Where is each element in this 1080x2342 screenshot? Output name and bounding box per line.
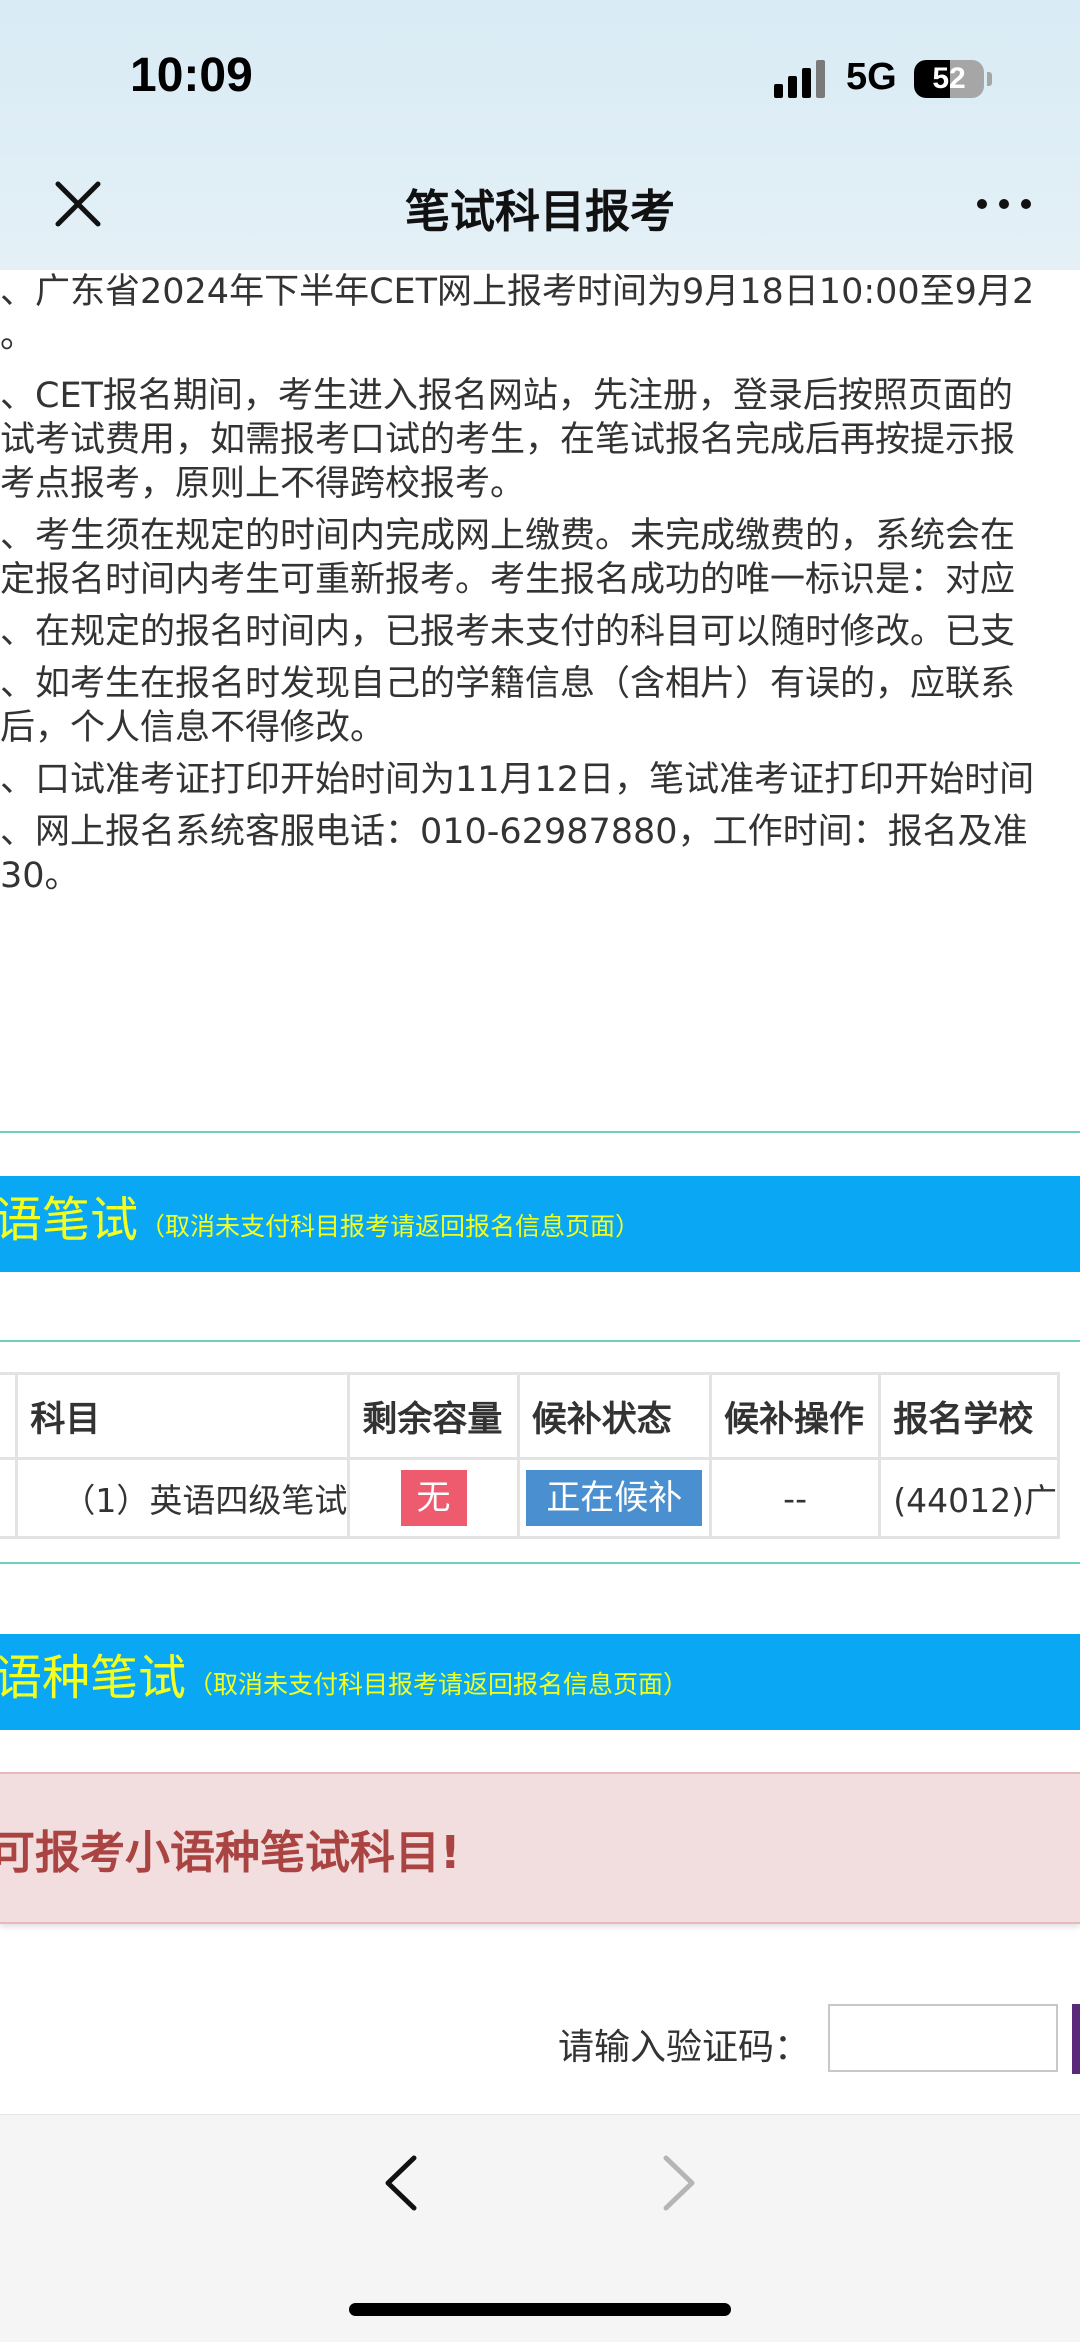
subject-cell: （1）英语四级笔试: [15, 1457, 351, 1539]
network-label: 5G: [846, 56, 897, 98]
more-button[interactable]: [975, 188, 1035, 218]
table-row: （1）英语四级笔试 无 正在候补 -- (44012)广: [0, 1457, 1060, 1539]
school-cell: (44012)广: [878, 1457, 1060, 1539]
column-header: 候补状态: [516, 1372, 712, 1460]
notice-line: 、网上报名系统客服电话：010-62987880，工作时间：报名及准: [0, 812, 1028, 852]
notice-line: 。: [0, 316, 36, 356]
alert-message: 可报考小语种笔试科目!: [0, 1826, 461, 1879]
notice-line: 、广东省2024年下半年CET网上报考时间为9月18日10:00至9月2: [0, 272, 1035, 312]
notice-line: 、如考生在报名时发现自己的学籍信息（含相片）有误的，应联系: [0, 664, 1016, 704]
capacity-badge: 无: [400, 1470, 467, 1526]
captcha-label: 请输入验证码：: [558, 2027, 811, 2068]
status-time: 10:09: [130, 49, 253, 102]
battery-icon: 52: [914, 60, 984, 98]
notice-line: 、CET报名期间，考生进入报名网站，先注册，登录后按照页面的: [0, 376, 1013, 416]
home-indicator: [349, 2303, 731, 2316]
section-hint: （取消未支付科目报考请返回报名信息页面）: [140, 1212, 641, 1241]
section-english-written: 语笔试 （取消未支付科目报考请返回报名信息页面）: [0, 1176, 1080, 1272]
notice-text: 、广东省2024年下半年CET网上报考时间为9月18日10:00至9月2 。 、…: [0, 270, 1080, 990]
battery-level: 52: [932, 62, 966, 95]
back-button[interactable]: [374, 2150, 430, 2216]
chevron-left-icon: [385, 2155, 417, 2211]
column-header: [0, 1372, 19, 1460]
notice-line: 、考生须在规定的时间内完成网上缴费。未完成缴费的，系统会在: [0, 516, 1016, 556]
table-header-row: 科目 剩余容量 候补状态 候补操作 报名学校: [0, 1372, 1060, 1460]
notice-line: 定报名时间内考生可重新报考。考生报名成功的唯一标识是：对应: [0, 560, 1016, 600]
notice-line: 试考试费用，如需报考口试的考生，在笔试报名完成后再按提示报: [0, 420, 1016, 460]
page-title: 笔试科目报考: [404, 185, 675, 238]
more-dots-icon: [977, 199, 987, 209]
notice-line: 、口试准考证打印开始时间为11月12日，笔试准考证打印开始时间: [0, 760, 1035, 800]
column-header: 科目: [15, 1372, 351, 1460]
battery-nub: [987, 72, 992, 86]
section-title: 语笔试: [0, 1192, 139, 1248]
waitlist-action-cell: --: [708, 1457, 882, 1539]
subject-table: 科目 剩余容量 候补状态 候补操作 报名学校 （1）英语四级笔试 无 正在候补 …: [0, 1372, 1060, 1539]
notice-line: 30。: [0, 856, 80, 896]
section-divider: [0, 1340, 1080, 1342]
waitlist-status-cell: 正在候补: [516, 1457, 712, 1539]
notice-line: 、在规定的报名时间内，已报考未支付的科目可以随时修改。已支: [0, 612, 1016, 652]
alert-box: 可报考小语种笔试科目!: [0, 1772, 1080, 1924]
capacity-cell: 无: [347, 1457, 520, 1539]
section-divider: [0, 1562, 1080, 1564]
signal-icon: [774, 60, 830, 98]
section-minor-language-written: 语种笔试 （取消未支付科目报考请返回报名信息页面）: [0, 1634, 1080, 1730]
column-header: 剩余容量: [347, 1372, 520, 1460]
chevron-right-icon: [663, 2155, 695, 2211]
notice-line: 后，个人信息不得修改。: [0, 708, 386, 748]
section-hint: （取消未支付科目报考请返回报名信息页面）: [188, 1670, 689, 1699]
header: 10:09 5G 52 笔试科目报考: [0, 0, 1080, 270]
section-divider: [0, 1131, 1080, 1133]
forward-button[interactable]: [650, 2150, 706, 2216]
table-cell: [0, 1457, 19, 1539]
waitlist-status-button[interactable]: 正在候补: [526, 1470, 703, 1526]
column-header: 候补操作: [708, 1372, 882, 1460]
captcha-input[interactable]: [828, 2004, 1058, 2072]
column-header: 报名学校: [878, 1372, 1060, 1460]
section-title: 语种笔试: [0, 1650, 187, 1706]
notice-line: 考点报考，原则上不得跨校报考。: [0, 464, 526, 504]
captcha-image[interactable]: [1072, 2004, 1080, 2074]
